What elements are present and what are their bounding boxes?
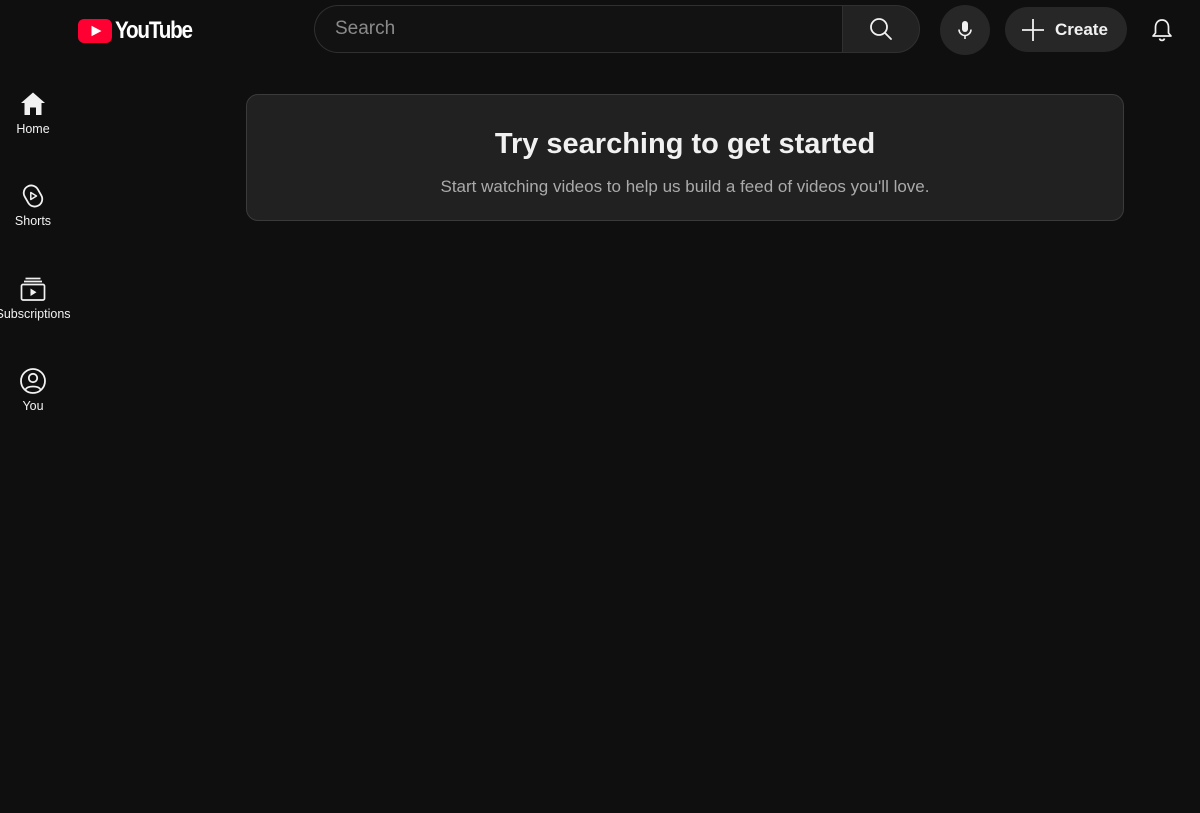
sidebar-item-home[interactable]: Home [0,74,66,148]
sidebar-item-you[interactable]: You [0,351,66,425]
top-header: YouTube Search Create [0,0,1200,60]
sidebar-item-label: You [22,399,44,413]
prompt-title: Try searching to get started [494,128,876,160]
youtube-play-logo-icon [78,19,112,43]
plus-icon [1020,17,1046,43]
logo-wordmark: YouTube [115,17,193,44]
sidebar-item-label: Home [16,122,50,136]
search-button[interactable] [842,5,920,53]
search-icon [870,18,892,40]
sidebar-item-shorts[interactable]: Shorts [0,166,66,240]
create-label: Create [1055,19,1108,39]
youtube-home-page: YouTube Search Create Home Shorts Subscr… [0,0,1200,813]
sidebar-item-label: Subscriptions [0,307,71,321]
search-bar [314,5,920,53]
empty-feed-prompt: Try searching to get started Start watch… [246,94,1124,221]
shorts-icon [19,182,47,210]
sidebar-item-subscriptions[interactable]: Subscriptions [0,259,71,333]
youtube-logo[interactable]: YouTube [78,16,204,46]
bell-icon [1152,19,1172,42]
user-circle-icon [19,367,47,395]
search-input[interactable] [314,5,842,53]
sidebar-item-label: Shorts [14,214,52,228]
create-button[interactable]: Create [1005,7,1127,52]
prompt-subtitle: Start watching videos to help us build a… [440,177,930,196]
home-icon [19,90,47,118]
subscriptions-icon [19,275,47,303]
microphone-icon [958,21,972,39]
notifications-button[interactable] [1140,8,1184,52]
voice-search-button[interactable] [940,5,990,55]
